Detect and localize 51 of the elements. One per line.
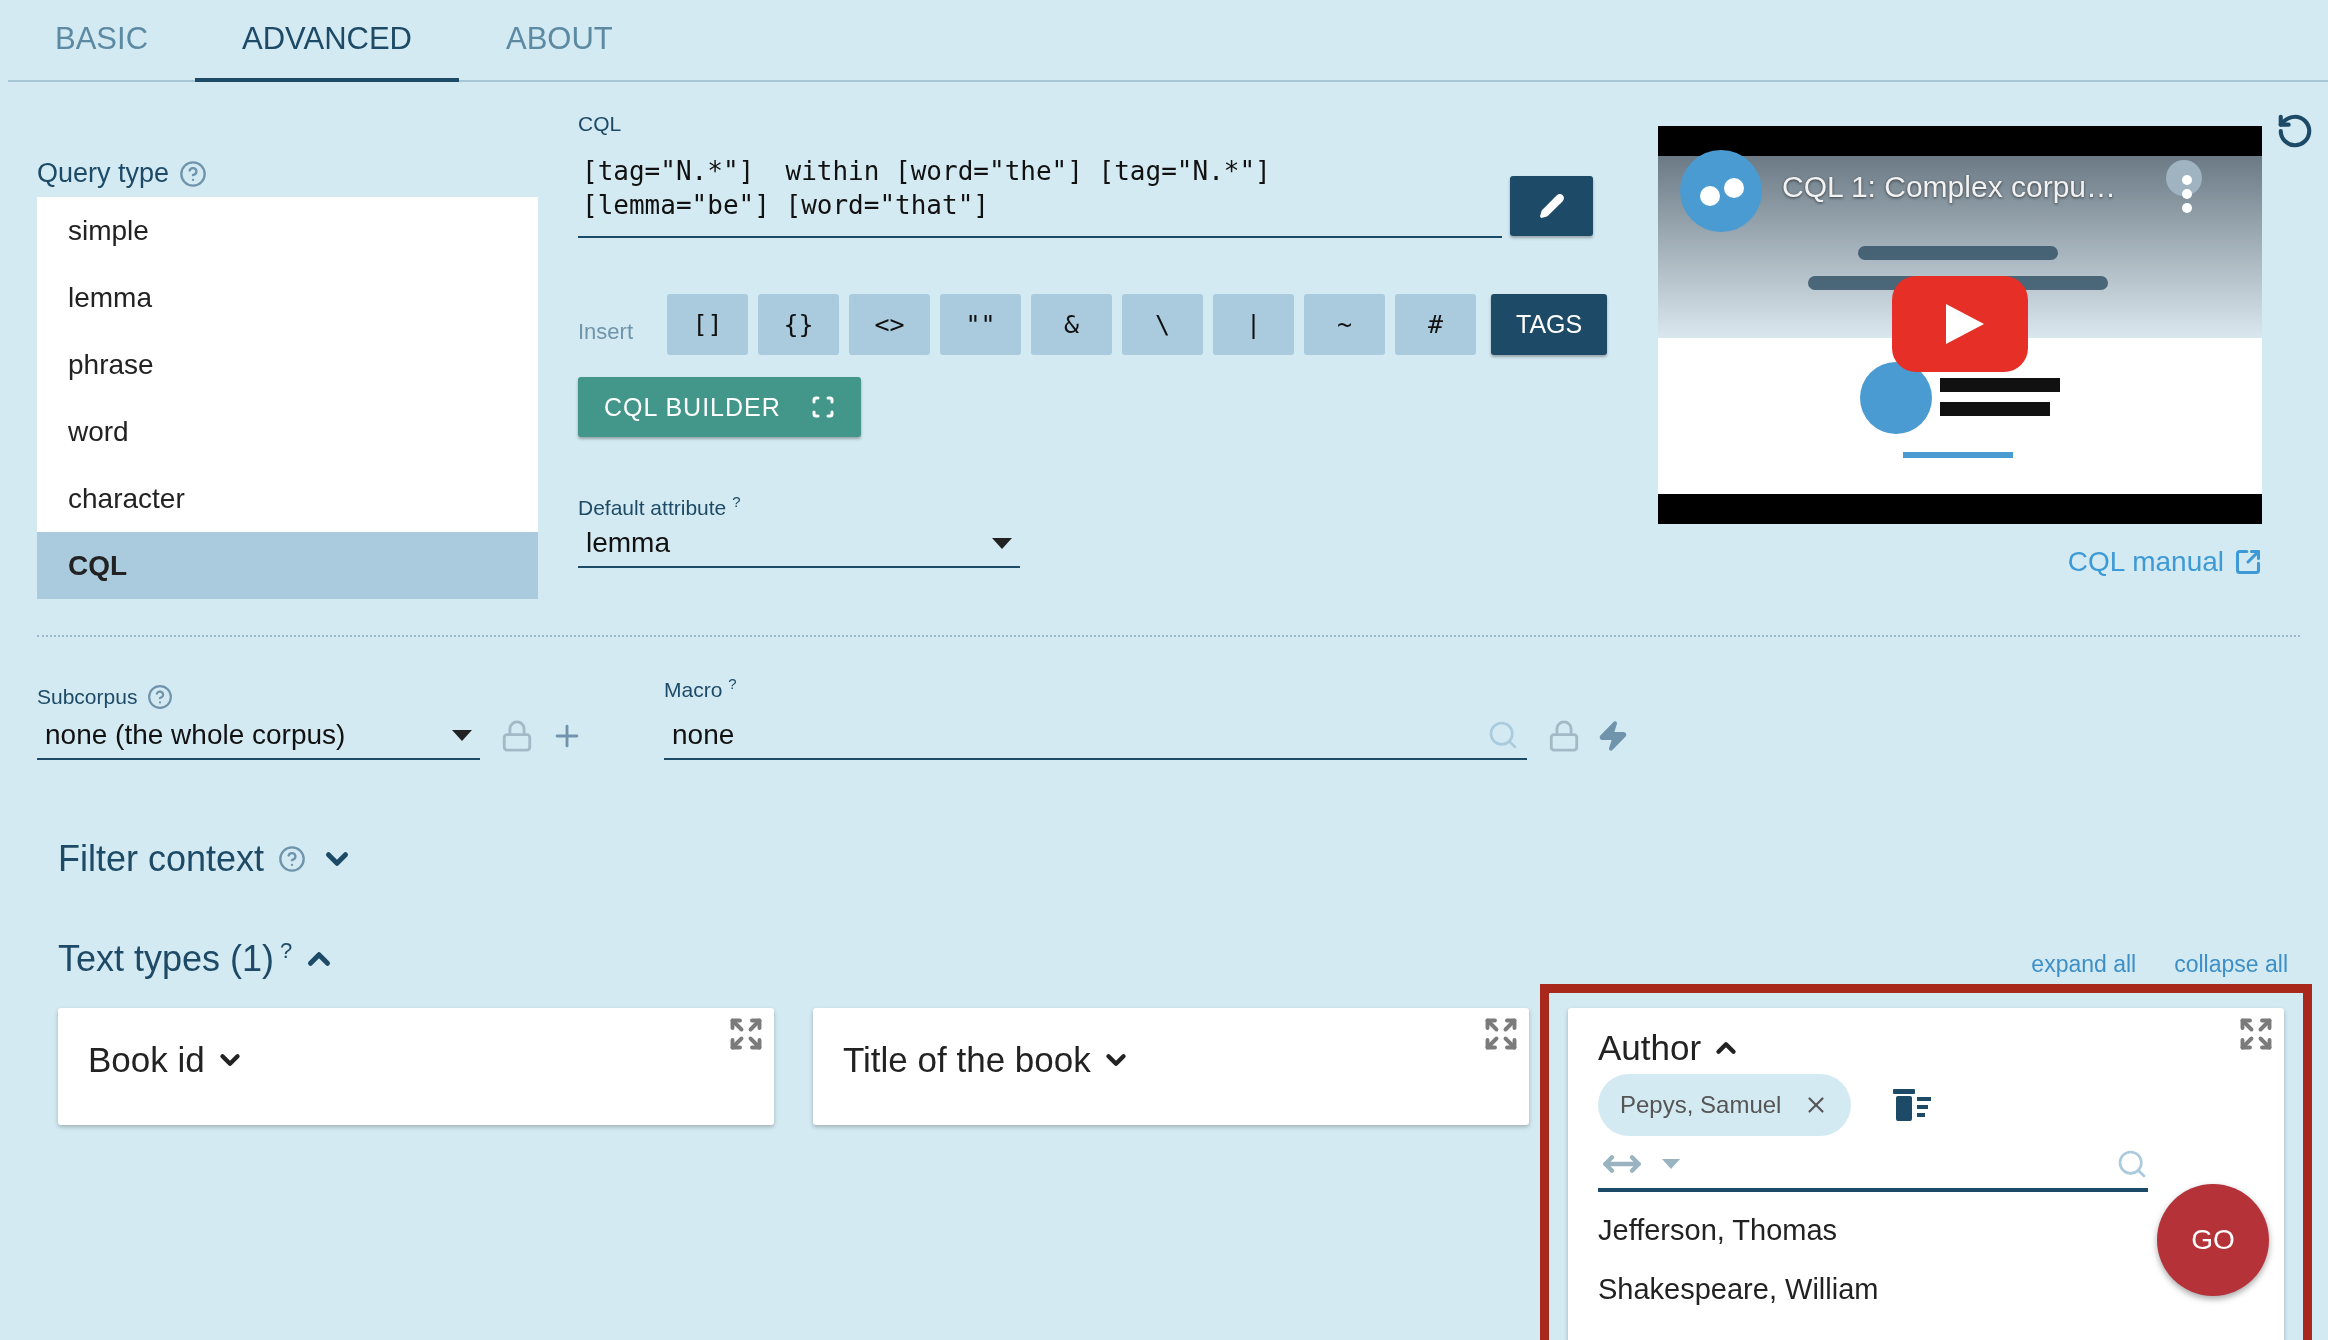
default-attribute-select[interactable]: lemma (578, 520, 1020, 568)
insert-key[interactable]: ~ (1304, 294, 1385, 355)
caret-icon (452, 729, 472, 741)
help-icon[interactable] (147, 684, 174, 710)
external-link-icon (2234, 548, 2262, 576)
subcorpus-select[interactable]: none (the whole corpus) (37, 712, 480, 760)
expand-icon[interactable] (728, 1016, 764, 1052)
insert-key[interactable]: "" (940, 294, 1021, 355)
card-title[interactable]: Author (1598, 1028, 1702, 1068)
cql-label: CQL (578, 112, 623, 136)
insert-key[interactable]: <> (849, 294, 930, 355)
macro-label: Macro $^{?}$ (664, 675, 738, 702)
help-icon[interactable] (278, 845, 307, 873)
caret-icon[interactable] (1662, 1159, 1680, 1169)
author-option[interactable]: Shakespeare, William (1598, 1273, 1879, 1306)
insert-key[interactable]: {} (758, 294, 839, 355)
insert-key[interactable]: # (1395, 294, 1476, 355)
query-type-option[interactable]: CQL (37, 532, 538, 599)
fullscreen-icon (810, 395, 835, 419)
insert-key[interactable]: & (1031, 294, 1112, 355)
tab[interactable]: ADVANCED (195, 0, 459, 82)
tags-button[interactable]: TAGS (1491, 294, 1608, 355)
insert-key[interactable]: | (1213, 294, 1294, 355)
video-title: CQL 1: Complex corpu… (1782, 170, 2116, 204)
insert-key[interactable]: [] (667, 294, 748, 355)
pencil-icon (1538, 193, 1565, 219)
query-type-label: Query type (37, 158, 170, 189)
edit-button[interactable] (1510, 176, 1593, 236)
cql-builder-button[interactable]: CQL BUILDER (578, 377, 861, 437)
clear-list-icon[interactable] (1891, 1089, 1932, 1121)
subcorpus-label: Subcorpus (37, 685, 138, 709)
caret-icon (992, 537, 1012, 549)
reset-icon[interactable] (2276, 112, 2314, 150)
author-option[interactable]: Jefferson, Thomas (1598, 1214, 1838, 1247)
default-attribute-label: Default attribute $^{?}$ (578, 493, 742, 520)
macro-field[interactable]: none (664, 712, 1527, 760)
insert-key[interactable]: \ (1122, 294, 1203, 355)
text-types-heading[interactable]: Text types (1) $^{?}$ (58, 938, 293, 980)
play-icon[interactable] (1892, 276, 2028, 372)
help-icon[interactable] (179, 159, 208, 188)
more-icon[interactable] (2181, 174, 2193, 214)
expand-icon[interactable] (1483, 1016, 1519, 1052)
card-title[interactable]: Book id (88, 1040, 205, 1080)
lightning-icon[interactable] (1597, 720, 1629, 752)
author-chip[interactable]: Pepys, Samuel (1598, 1074, 1852, 1136)
cql-query-field[interactable]: [tag="N.*"] within [word="the"] [tag="N.*"] [lemma="be"] [word="that"] (578, 150, 1502, 238)
filter-context-heading[interactable]: Filter context (58, 838, 265, 880)
expand-icon[interactable] (2238, 1016, 2274, 1052)
channel-avatar-icon (1680, 150, 1762, 232)
card-title[interactable]: Title of the book (843, 1040, 1091, 1080)
insert-label: Insert (578, 318, 635, 345)
